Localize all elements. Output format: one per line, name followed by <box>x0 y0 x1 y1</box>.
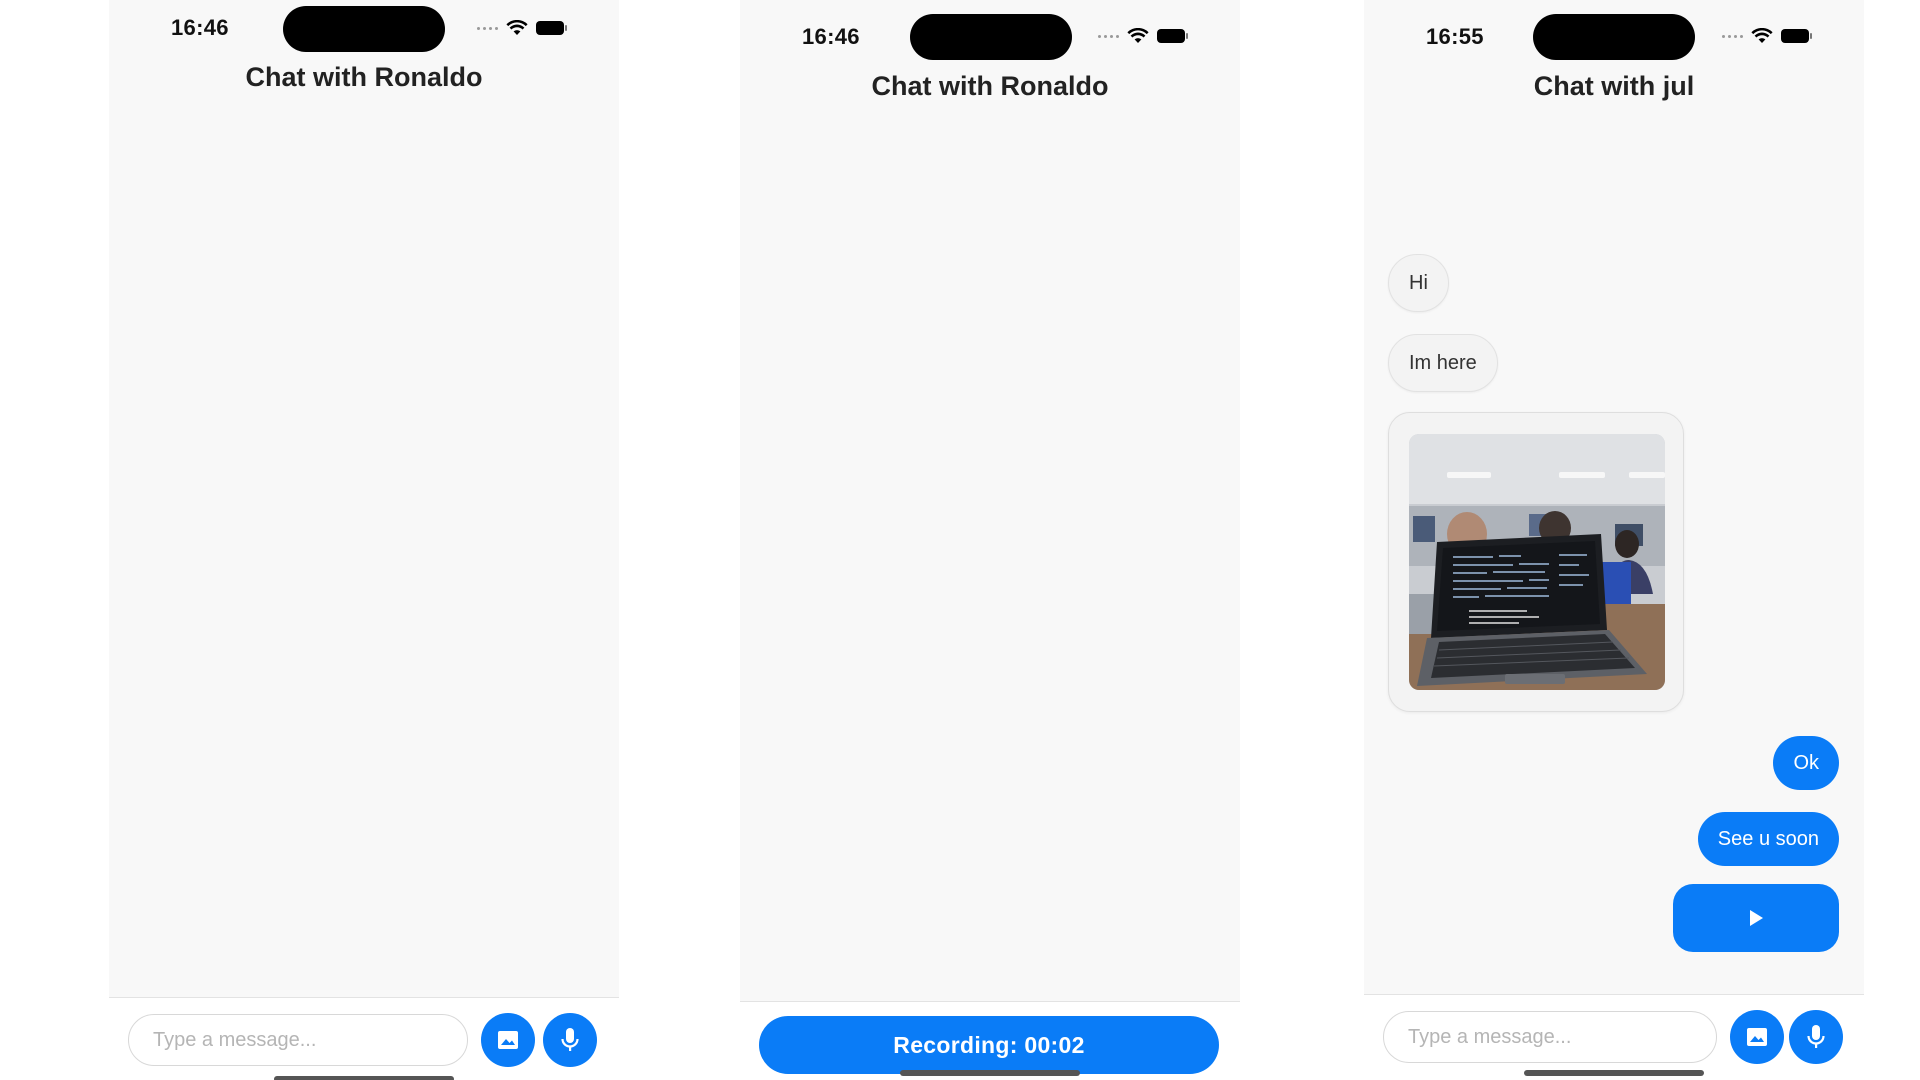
message-photo[interactable] <box>1409 434 1665 690</box>
message-bubble-incoming: Im here <box>1388 334 1498 392</box>
phone-screen-recording: 16:46 Chat with Ronaldo Recording: 00:02 <box>740 0 1240 1080</box>
status-time: 16:46 <box>171 15 229 40</box>
home-indicator <box>274 1076 454 1080</box>
battery-icon <box>1781 29 1812 43</box>
status-bar: 16:46 <box>740 0 1240 60</box>
phone-screen-chat-with-messages: 16:55 Chat with jul Hi Im here Ok See u … <box>1364 0 1864 1080</box>
image-icon <box>498 1031 518 1049</box>
voice-message-play-button[interactable] <box>1673 884 1839 952</box>
message-input[interactable] <box>128 1014 468 1066</box>
dynamic-island <box>910 14 1072 60</box>
chat-title: Chat with Ronaldo <box>245 62 483 92</box>
message-bubble-incoming: Hi <box>1388 254 1449 312</box>
recording-indicator-button[interactable]: Recording: 00:02 <box>759 1016 1219 1074</box>
photo-laptop-classroom <box>1409 434 1665 690</box>
message-bubble-image[interactable] <box>1388 412 1684 712</box>
message-bubble-outgoing: Ok <box>1773 736 1839 790</box>
record-voice-button[interactable] <box>1789 1010 1843 1064</box>
home-indicator <box>900 1070 1080 1076</box>
dynamic-island <box>283 6 445 52</box>
status-time: 16:55 <box>1426 24 1484 49</box>
wifi-icon <box>506 20 528 35</box>
message-input[interactable] <box>1383 1011 1717 1063</box>
status-bar: 16:55 <box>1364 0 1864 60</box>
message-composer <box>1364 994 1864 1080</box>
home-indicator <box>1524 1070 1704 1076</box>
send-image-button[interactable] <box>1730 1010 1784 1064</box>
battery-icon <box>1157 29 1188 43</box>
status-icons <box>1098 28 1188 44</box>
status-icons <box>477 20 567 36</box>
microphone-icon <box>1807 1025 1825 1048</box>
signal-icon <box>477 26 498 30</box>
wifi-icon <box>1751 28 1773 43</box>
signal-icon <box>1098 34 1119 38</box>
status-icons <box>1722 28 1812 44</box>
status-bar: 16:46 <box>109 0 619 60</box>
signal-icon <box>1722 34 1743 38</box>
recording-composer: Recording: 00:02 <box>740 1001 1240 1080</box>
phone-screen-chat-empty: 16:46 Chat with Ronaldo <box>109 0 619 1080</box>
dynamic-island <box>1533 14 1695 60</box>
chat-title: Chat with jul <box>1533 71 1695 101</box>
message-bubble-outgoing: See u soon <box>1697 812 1839 866</box>
wifi-icon <box>1127 28 1149 43</box>
battery-icon <box>536 21 567 35</box>
send-image-button[interactable] <box>481 1013 535 1067</box>
play-icon <box>1750 910 1763 926</box>
image-icon <box>1747 1028 1767 1046</box>
record-voice-button[interactable] <box>543 1013 597 1067</box>
chat-title: Chat with Ronaldo <box>871 71 1109 101</box>
status-time: 16:46 <box>802 24 860 49</box>
message-composer <box>109 997 619 1080</box>
microphone-icon <box>561 1028 579 1051</box>
